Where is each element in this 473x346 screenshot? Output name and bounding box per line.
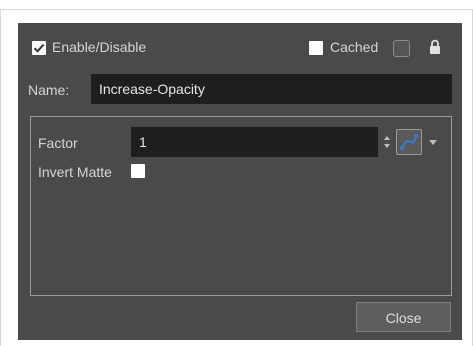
lock-icon[interactable]	[429, 39, 441, 55]
invert-matte-checkbox[interactable]	[131, 164, 145, 178]
parameters-group: Factor Invert Matte	[30, 116, 452, 296]
name-input[interactable]	[91, 74, 452, 104]
factor-input[interactable]	[131, 127, 378, 157]
enable-disable-checkbox[interactable]	[32, 41, 46, 55]
spinner-arrows-icon[interactable]	[383, 135, 391, 149]
close-button[interactable]: Close	[356, 302, 451, 332]
invert-matte-label: Invert Matte	[38, 164, 112, 180]
layer-properties-dialog: Enable/Disable Cached Name: Factor Inver…	[18, 23, 462, 340]
cached-label: Cached	[330, 39, 379, 55]
cached-checkbox[interactable]	[309, 41, 323, 55]
dropdown-arrow-icon[interactable]	[429, 140, 437, 145]
name-label: Name:	[28, 82, 70, 98]
function-curve-icon	[400, 134, 418, 150]
cached-toggle-button[interactable]	[393, 40, 410, 57]
function-curve-button[interactable]	[396, 129, 422, 155]
factor-label: Factor	[38, 135, 78, 151]
checkmark-icon	[33, 43, 45, 53]
enable-disable-label: Enable/Disable	[52, 39, 147, 55]
